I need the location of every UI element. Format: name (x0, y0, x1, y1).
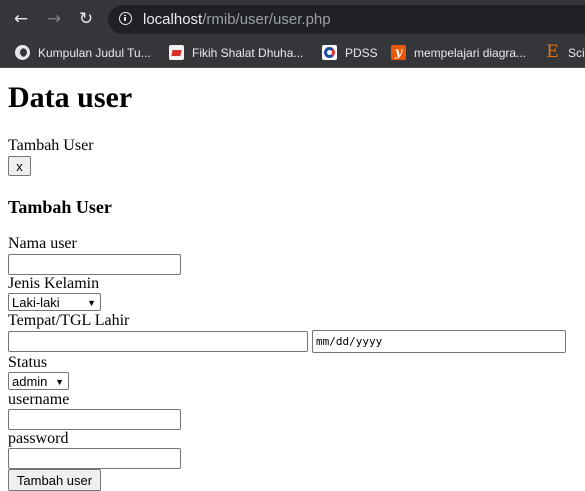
form-heading-text: Tambah User (8, 197, 112, 217)
y-letter-icon: y (391, 45, 406, 60)
bookmark-pdss[interactable]: PDSS (322, 38, 378, 67)
bookmark-label: PDSS (345, 45, 378, 60)
tempat-lahir-input[interactable] (8, 331, 308, 352)
reload-icon[interactable]: ↻ (76, 9, 96, 29)
url-host: localhost (143, 11, 203, 28)
bookmark-label: Scie (568, 45, 585, 60)
status-select[interactable]: admin ▼ (8, 372, 69, 390)
tanggal-lahir-date-input[interactable]: mm/dd/yyyy (312, 330, 566, 353)
document-icon (169, 45, 184, 60)
date-placeholder: mm/dd/yyyy (316, 335, 383, 348)
bookmark-scie[interactable]: E Scie (545, 38, 585, 67)
add-user-toggle-label: Tambah User (8, 137, 94, 154)
bookmarks-bar: Kumpulan Judul Tu... Fikih Shalat Dhuha.… (0, 38, 585, 68)
form-heading: Tambah User (8, 196, 112, 218)
close-button[interactable]: x (8, 156, 31, 176)
info-icon[interactable] (119, 12, 132, 25)
url-path: /rmib/user/user.php (202, 11, 331, 28)
address-bar[interactable]: localhost/rmib/user/user.php (108, 5, 585, 34)
bookmark-label: Fikih Shalat Dhuha... (192, 45, 304, 60)
nama-user-label: Nama user (8, 235, 77, 252)
jenis-kelamin-label: Jenis Kelamin (8, 275, 100, 292)
bookmark-mempelajari-diagram[interactable]: y mempelajari diagra... (391, 38, 526, 67)
pdss-logo-icon (322, 45, 337, 60)
jenis-kelamin-value: Laki-laki (12, 294, 60, 310)
tempat-tgl-lahir-label: Tempat/TGL Lahir (8, 312, 130, 329)
tambah-user-submit-button[interactable]: Tambah user (8, 469, 101, 491)
forward-arrow-icon[interactable]: → (44, 9, 64, 29)
jenis-kelamin-select[interactable]: Laki-laki ▼ (8, 293, 101, 311)
url-text[interactable]: localhost/rmib/user/user.php (143, 11, 331, 28)
username-label: username (8, 391, 70, 408)
password-label: password (8, 430, 69, 447)
e-letter-icon: E (546, 42, 559, 62)
bookmark-kumpulan-judul[interactable]: Kumpulan Judul Tu... (15, 38, 151, 67)
browser-toolbar: ← → ↻ localhost/rmib/user/user.php (0, 0, 585, 38)
username-input[interactable] (8, 409, 181, 430)
bookmark-label: Kumpulan Judul Tu... (38, 45, 151, 60)
dropdown-arrow-icon: ▼ (55, 377, 64, 387)
bookmark-fikih-shalat[interactable]: Fikih Shalat Dhuha... (169, 38, 303, 67)
page-title: Data user (8, 81, 133, 114)
nama-user-input[interactable] (8, 254, 181, 275)
globe-icon (15, 45, 30, 60)
back-arrow-icon[interactable]: ← (11, 9, 31, 29)
bookmark-label: mempelajari diagra... (414, 45, 527, 60)
dropdown-arrow-icon: ▼ (87, 298, 96, 308)
password-input[interactable] (8, 448, 181, 469)
status-value: admin (12, 373, 48, 389)
status-label: Status (8, 354, 48, 371)
